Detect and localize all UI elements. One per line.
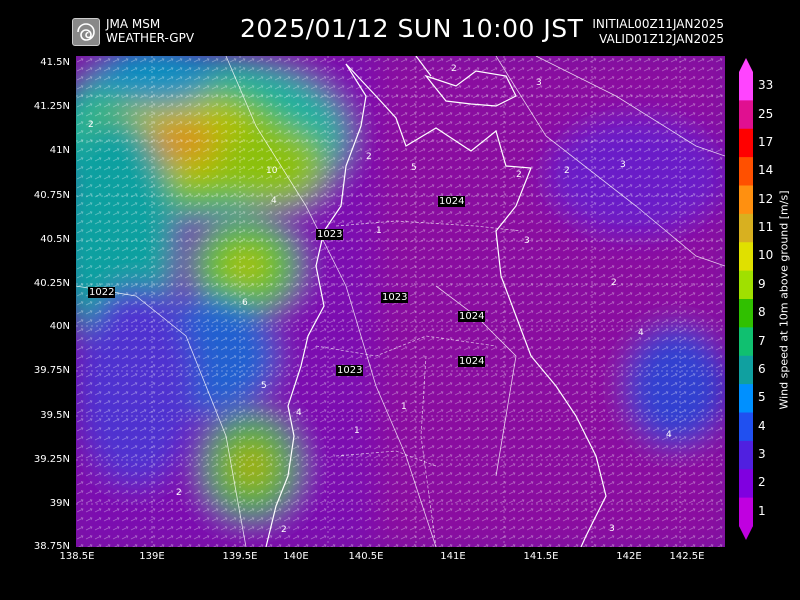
org-line1: JMA MSM (106, 17, 161, 31)
lon-tick-label: 139E (139, 551, 165, 562)
wind-label: 2 (516, 170, 522, 180)
wind-label: 4 (271, 196, 277, 206)
wind-label: 2 (176, 488, 182, 498)
lat-tick-label: 40.25N (33, 278, 70, 289)
colorbar (739, 58, 753, 540)
colorbar-swatch (739, 469, 753, 499)
colorbar-swatch (739, 128, 753, 158)
isobar-label: 1022 (88, 287, 116, 298)
colorbar-level-label: 8 (758, 305, 766, 320)
colorbar-swatch (739, 185, 753, 215)
org-line2: WEATHER-GPV (106, 31, 195, 45)
isobar-label: 1023 (336, 365, 364, 376)
run-info: INITIAL00Z11JAN2025 VALID01Z12JAN2025 (592, 17, 724, 47)
lon-tick-label: 141E (440, 551, 466, 562)
colorbar-level-label: 9 (758, 276, 766, 291)
wind-map[interactable]: 1024 1023 1023 1024 1024 1022 1023 2 2 3… (76, 56, 725, 547)
colorbar-swatch (739, 327, 753, 357)
colorbar-title: Wind speed at 10m above ground [m/s] (777, 190, 791, 410)
lat-tick-label: 39.5N (40, 410, 70, 421)
isobar-label: 1023 (381, 292, 409, 303)
swirl-logo-icon (72, 18, 100, 46)
wind-label: 4 (638, 328, 644, 338)
header: JMA MSM WEATHER-GPV 2025/01/12 SUN 10:00 … (0, 0, 800, 50)
lon-tick-label: 139.5E (222, 551, 258, 562)
colorbar-swatch (739, 157, 753, 186)
isobar-label: 1024 (438, 196, 466, 207)
lon-tick-label: 140.5E (348, 551, 384, 562)
wind-label: 3 (536, 78, 542, 88)
colorbar-level-label: 2 (758, 475, 766, 490)
lat-tick-label: 41N (49, 145, 70, 156)
wind-label: 3 (524, 236, 530, 246)
colorbar-level-label: 11 (758, 220, 774, 235)
lat-tick-label: 40N (49, 321, 70, 332)
colorbar-swatch (739, 355, 753, 385)
colorbar-level-label: 17 (758, 134, 774, 149)
colorbar-swatch (739, 299, 753, 328)
lat-tick-label: 39N (49, 498, 70, 509)
colorbar-level-label: 14 (758, 163, 774, 178)
colorbar-level-label: 7 (758, 333, 766, 348)
lat-tick-label: 40.5N (40, 234, 70, 245)
lon-tick-label: 140E (283, 551, 309, 562)
colorbar-level-label: 10 (758, 248, 774, 263)
colorbar-level-label: 4 (758, 418, 766, 433)
wind-label: 2 (451, 64, 457, 74)
colorbar-level-label: 33 (758, 78, 774, 93)
wind-label: 10 (266, 166, 278, 176)
wind-label: 3 (620, 160, 626, 170)
colorbar-swatch (739, 213, 753, 243)
lon-tick-label: 142.5E (669, 551, 705, 562)
wind-label: 6 (242, 298, 248, 308)
map-title: 2025/01/12 SUN 10:00 JST (240, 14, 584, 43)
wind-label: 2 (611, 278, 617, 288)
lat-tick-label: 39.75N (33, 365, 70, 376)
wind-label: 4 (666, 430, 672, 440)
initial-time: INITIAL00Z11JAN2025 (592, 17, 724, 31)
colorbar-level-label: 3 (758, 447, 766, 462)
lon-tick-label: 142E (616, 551, 642, 562)
agency-name: JMA MSM WEATHER-GPV (106, 17, 194, 45)
isobar-label: 1024 (458, 311, 486, 322)
wind-label: 4 (296, 408, 302, 418)
wind-label: 2 (564, 166, 570, 176)
lat-tick-label: 41.25N (33, 101, 70, 112)
colorbar-bottom-cap (739, 526, 753, 540)
colorbar-swatch (739, 384, 753, 413)
colorbar-level-label: 5 (758, 390, 766, 405)
wind-label: 2 (366, 152, 372, 162)
isobar-label: 1024 (458, 356, 486, 367)
lon-tick-label: 138.5E (59, 551, 95, 562)
wind-label: 5 (261, 381, 267, 391)
lat-tick-label: 40.75N (33, 190, 70, 201)
lon-tick-label: 141.5E (523, 551, 559, 562)
colorbar-level-label: 12 (758, 191, 774, 206)
wind-label: 1 (376, 226, 382, 236)
isobar-label: 1023 (316, 229, 344, 240)
colorbar-swatch (739, 497, 753, 527)
colorbar-level-label: 25 (758, 106, 774, 121)
wind-label: 1 (354, 426, 360, 436)
wind-label: 2 (281, 525, 287, 535)
lat-tick-label: 41.5N (40, 57, 70, 68)
wind-label: 2 (88, 120, 94, 130)
colorbar-swatch (739, 270, 753, 300)
colorbar-swatch (739, 440, 753, 470)
colorbar-swatch (739, 100, 753, 130)
lat-tick-label: 39.25N (33, 454, 70, 465)
valid-time: VALID01Z12JAN2025 (599, 32, 724, 46)
colorbar-top-cap (739, 58, 753, 72)
wind-label: 3 (609, 524, 615, 534)
colorbar-swatch (739, 412, 753, 442)
wind-label: 5 (411, 163, 417, 173)
wind-label: 1 (401, 402, 407, 412)
colorbar-swatch (739, 72, 753, 101)
colorbar-swatch (739, 242, 753, 272)
colorbar-level-label: 1 (758, 503, 766, 518)
colorbar-level-label: 6 (758, 361, 766, 376)
